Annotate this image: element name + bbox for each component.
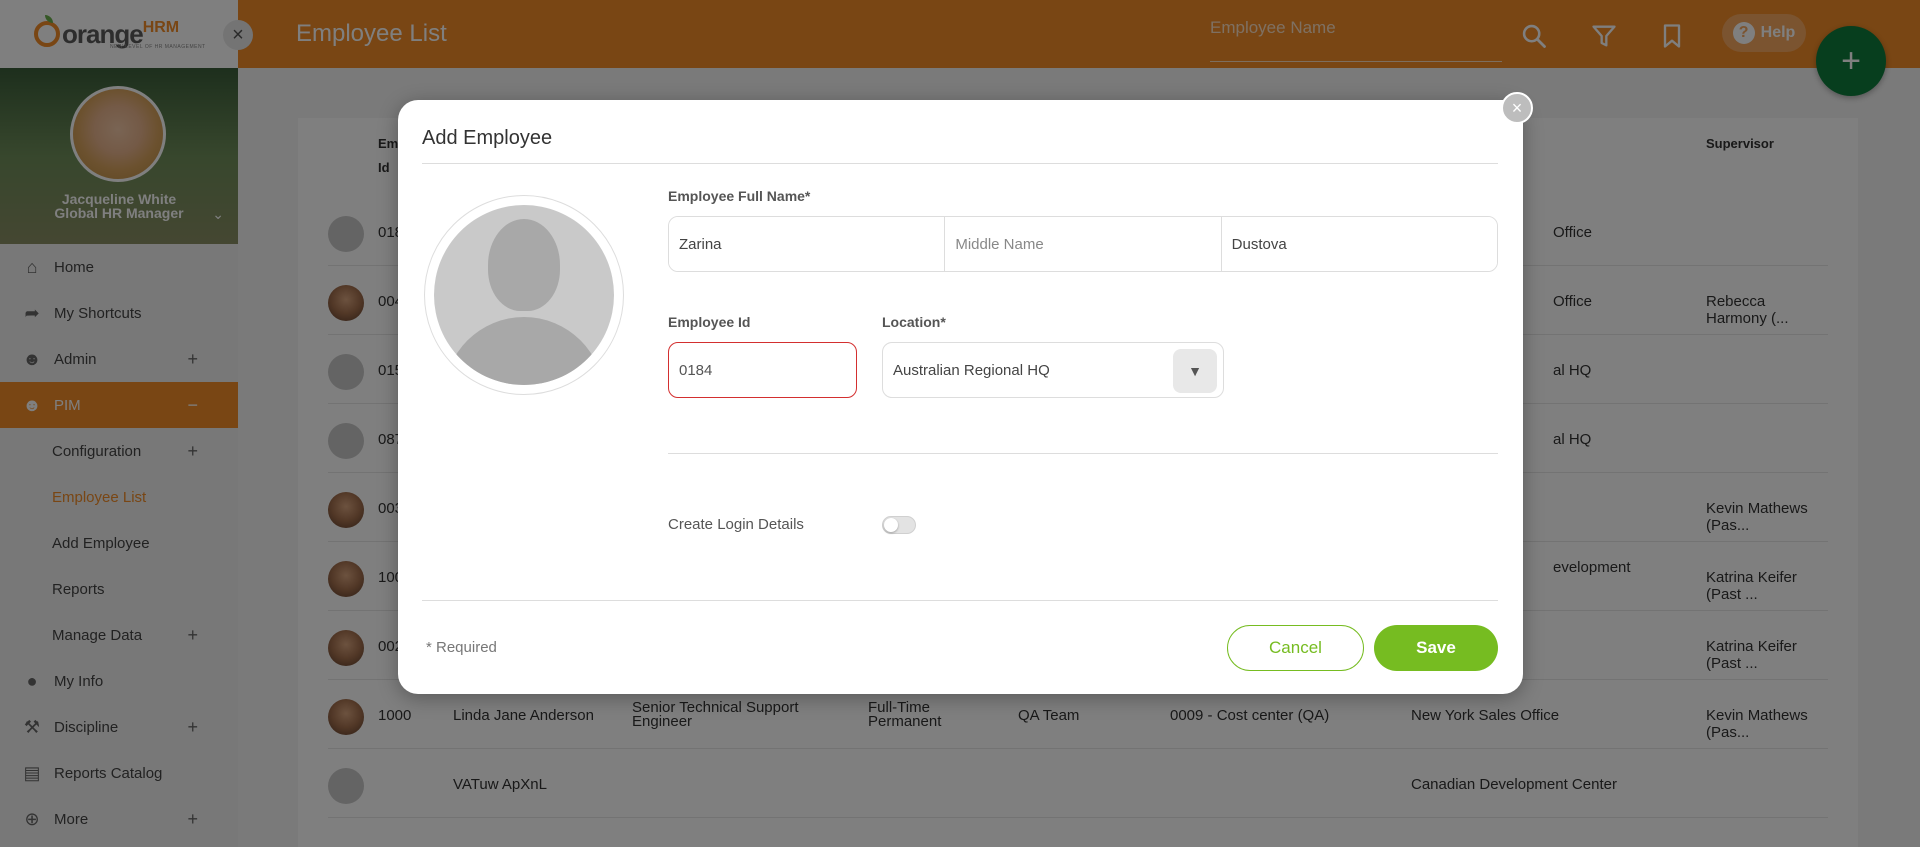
last-name-input[interactable] xyxy=(1221,217,1497,271)
add-employee-dialog: × Add Employee Employee Full Name* Emplo… xyxy=(398,92,1533,694)
create-login-toggle[interactable] xyxy=(882,516,916,534)
caret-down-icon[interactable]: ▼ xyxy=(1173,349,1217,393)
full-name-label: Employee Full Name* xyxy=(668,188,811,204)
first-name-input[interactable] xyxy=(669,217,946,271)
location-select[interactable]: Australian Regional HQ ▼ xyxy=(882,342,1224,398)
divider xyxy=(668,453,1498,454)
cancel-button[interactable]: Cancel xyxy=(1227,625,1364,671)
divider xyxy=(422,163,1498,164)
toggle-knob xyxy=(884,518,898,532)
location-selected-value: Australian Regional HQ xyxy=(893,361,1050,379)
employee-id-input[interactable] xyxy=(668,342,857,398)
save-button[interactable]: Save xyxy=(1374,625,1498,671)
create-login-label: Create Login Details xyxy=(668,516,804,533)
required-note: * Required xyxy=(426,639,497,656)
divider xyxy=(422,600,1498,601)
employee-id-label: Employee Id xyxy=(668,314,751,330)
user-placeholder-icon xyxy=(434,205,614,385)
location-label: Location* xyxy=(882,314,946,330)
dialog-title: Add Employee xyxy=(422,127,553,149)
employee-photo-upload[interactable] xyxy=(424,195,624,395)
close-icon[interactable]: × xyxy=(1501,92,1533,124)
full-name-group xyxy=(668,216,1498,272)
middle-name-input[interactable] xyxy=(945,217,1222,271)
